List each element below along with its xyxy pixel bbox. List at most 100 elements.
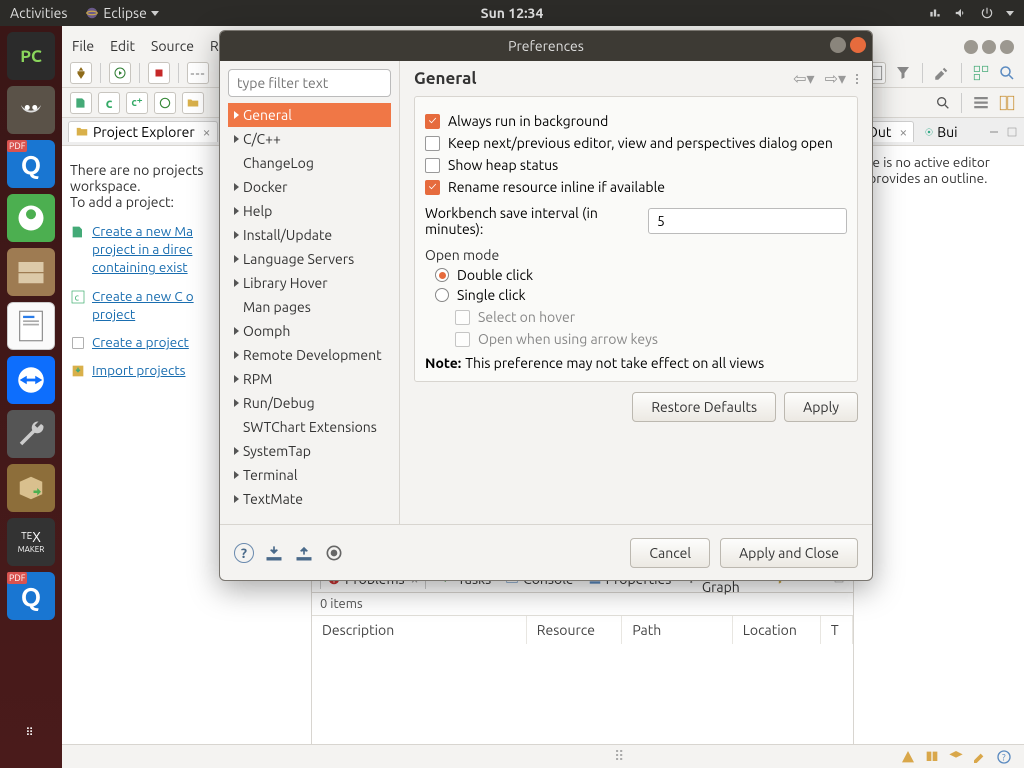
window-close-icon[interactable] <box>1000 40 1014 54</box>
col-resource[interactable]: Resource <box>527 616 623 644</box>
oomph-record-icon[interactable] <box>324 543 344 563</box>
minimize-view-icon[interactable] <box>988 126 1000 138</box>
tree-item-man-pages[interactable]: Man pages <box>228 295 391 319</box>
menu-more[interactable]: R <box>210 38 219 54</box>
tree-item-rpm[interactable]: RPM <box>228 367 391 391</box>
checkbox[interactable] <box>425 136 440 151</box>
expand-arrow-icon[interactable] <box>234 255 239 263</box>
tree-item-language-servers[interactable]: Language Servers <box>228 247 391 271</box>
interval-input[interactable] <box>648 208 847 234</box>
help-icon[interactable]: ? <box>234 543 254 563</box>
radio[interactable] <box>435 288 449 302</box>
expand-arrow-icon[interactable] <box>234 495 239 503</box>
expand-arrow-icon[interactable] <box>234 471 239 479</box>
col-description[interactable]: Description <box>312 616 527 644</box>
tree-item-swtchart-extensions[interactable]: SWTChart Extensions <box>228 415 391 439</box>
toolbar-search-icon[interactable] <box>998 64 1016 82</box>
checkbox[interactable] <box>425 158 440 173</box>
launcher-gimp[interactable] <box>7 86 55 134</box>
col-type[interactable]: T <box>821 616 853 644</box>
launcher-show-apps[interactable]: ⠿ <box>7 708 55 756</box>
launcher-files[interactable] <box>7 248 55 296</box>
launcher-software[interactable] <box>7 194 55 242</box>
new-folder-icon[interactable] <box>182 92 204 114</box>
toolbar-hammer-icon[interactable] <box>933 64 951 82</box>
expand-arrow-icon[interactable] <box>234 231 239 239</box>
export-prefs-icon[interactable] <box>294 543 314 563</box>
dialog-close-icon[interactable] <box>850 37 866 53</box>
checkbox[interactable] <box>425 180 440 195</box>
tree-item-install-update[interactable]: Install/Update <box>228 223 391 247</box>
toolbar-filter-icon[interactable] <box>894 64 912 82</box>
network-icon[interactable] <box>928 6 942 20</box>
col-location[interactable]: Location <box>733 616 821 644</box>
clock[interactable]: Sun 12:34 <box>481 5 544 21</box>
expand-arrow-icon[interactable] <box>234 327 239 335</box>
new-cpp-icon[interactable]: c⁺ <box>126 92 148 114</box>
link-import-projects[interactable]: Import projects <box>92 361 186 379</box>
volume-icon[interactable] <box>954 6 968 20</box>
import-prefs-icon[interactable] <box>264 543 284 563</box>
outline-toggle-icon[interactable] <box>972 94 990 112</box>
close-icon[interactable]: × <box>899 124 907 140</box>
radio[interactable] <box>435 268 449 282</box>
tree-item-changelog[interactable]: ChangeLog <box>228 151 391 175</box>
menu-file[interactable]: File <box>72 38 94 54</box>
cancel-button[interactable]: Cancel <box>630 538 710 568</box>
tree-item-terminal[interactable]: Terminal <box>228 463 391 487</box>
status-edit-icon[interactable] <box>972 749 988 765</box>
tree-item-library-hover[interactable]: Library Hover <box>228 271 391 295</box>
window-minimize-icon[interactable] <box>964 40 978 54</box>
activities-button[interactable]: Activities <box>10 5 67 21</box>
page-menu-icon[interactable] <box>856 74 858 84</box>
apply-button[interactable]: Apply <box>784 392 858 422</box>
project-explorer-tab-label[interactable]: Project Explorer × <box>68 121 218 142</box>
nav-back-icon[interactable]: ⇦▾ <box>793 69 814 88</box>
perspective-icon[interactable] <box>998 94 1016 112</box>
expand-arrow-icon[interactable] <box>234 447 239 455</box>
new-class-icon[interactable] <box>154 92 176 114</box>
dialog-titlebar[interactable]: Preferences <box>220 31 872 61</box>
tree-item-textmate[interactable]: TextMate <box>228 487 391 511</box>
link-new-c-project[interactable]: Create a new C o project <box>92 287 194 323</box>
tree-item-docker[interactable]: Docker <box>228 175 391 199</box>
status-tip-icon[interactable] <box>900 749 916 765</box>
link-new-make-project[interactable]: Create a new Ma project in a direc conta… <box>92 222 193 277</box>
status-help-icon[interactable]: ? <box>996 749 1012 765</box>
checkbox[interactable] <box>425 114 440 129</box>
new-make-icon[interactable] <box>70 92 92 114</box>
launcher-libreoffice[interactable] <box>7 302 55 350</box>
col-path[interactable]: Path <box>622 616 732 644</box>
system-menu-chevron-icon[interactable] <box>1006 11 1014 16</box>
tree-item-general[interactable]: General <box>228 103 391 127</box>
launcher-qpdfview[interactable]: PDF <box>7 140 55 188</box>
stop-icon[interactable] <box>148 62 170 84</box>
restore-defaults-button[interactable]: Restore Defaults <box>632 392 776 422</box>
launcher-qpdfview-2[interactable]: PDF <box>7 572 55 620</box>
tree-item-remote-development[interactable]: Remote Development <box>228 343 391 367</box>
status-book-icon[interactable] <box>924 749 940 765</box>
tab-build[interactable]: Bui <box>924 124 957 140</box>
launcher-settings[interactable] <box>7 410 55 458</box>
expand-arrow-icon[interactable] <box>234 375 239 383</box>
expand-arrow-icon[interactable] <box>234 399 239 407</box>
toolbar-more[interactable]: --- <box>187 62 209 84</box>
app-menu[interactable]: Eclipse <box>85 5 158 21</box>
menu-edit[interactable]: Edit <box>110 38 135 54</box>
launcher-teamviewer[interactable] <box>7 356 55 404</box>
tree-item-tracing[interactable]: Tracing <box>228 511 391 516</box>
expand-arrow-icon[interactable] <box>234 351 239 359</box>
tree-item-run-debug[interactable]: Run/Debug <box>228 391 391 415</box>
dialog-minimize-icon[interactable] <box>830 37 846 53</box>
run-icon[interactable] <box>109 62 131 84</box>
window-maximize-icon[interactable] <box>982 40 996 54</box>
status-hat-icon[interactable] <box>948 749 964 765</box>
expand-arrow-icon[interactable] <box>234 111 239 119</box>
quick-search-icon[interactable] <box>935 95 951 111</box>
tree-item-systemtap[interactable]: SystemTap <box>228 439 391 463</box>
expand-arrow-icon[interactable] <box>234 279 239 287</box>
close-icon[interactable]: × <box>203 124 211 140</box>
expand-arrow-icon[interactable] <box>234 207 239 215</box>
maximize-view-icon[interactable] <box>1006 126 1018 138</box>
apply-and-close-button[interactable]: Apply and Close <box>720 538 858 568</box>
